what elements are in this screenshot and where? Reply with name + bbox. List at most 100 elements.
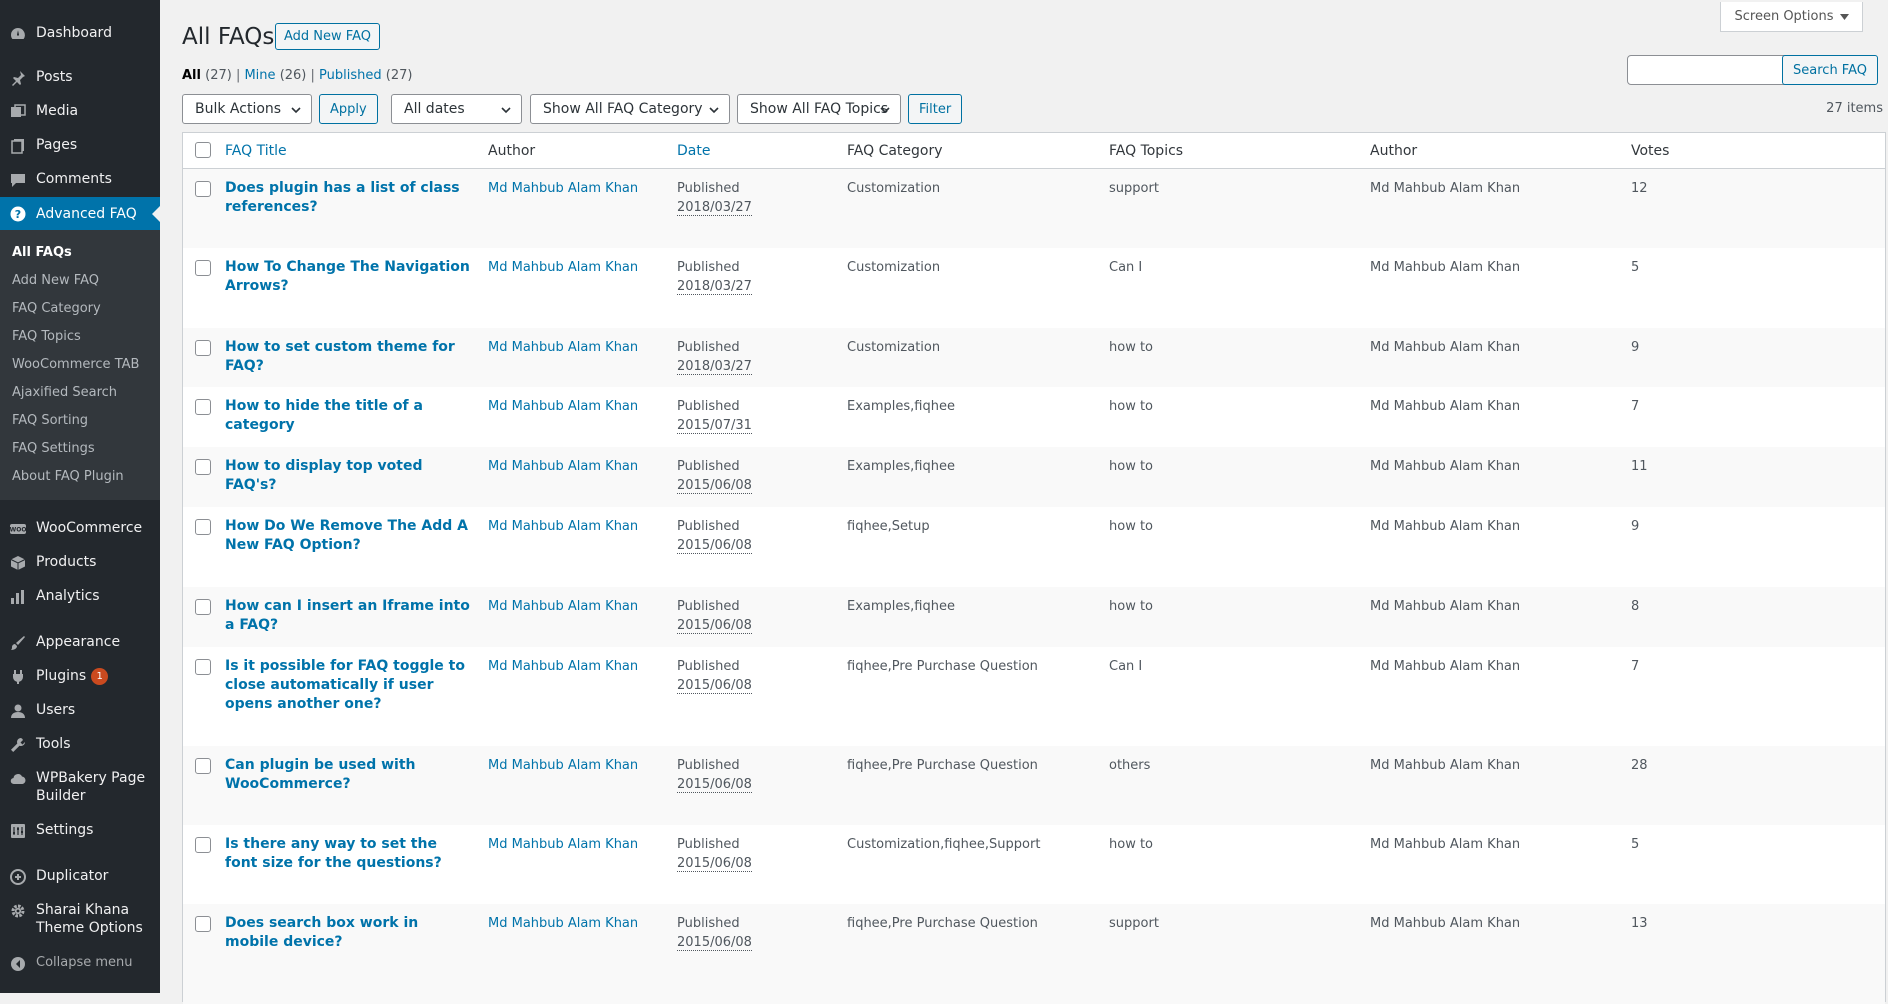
cloud-icon xyxy=(0,769,36,789)
faq-category-select[interactable]: Show All FAQ Category xyxy=(530,94,730,124)
faq-title-link[interactable]: Is there any way to set the font size fo… xyxy=(225,836,442,871)
screen-options-toggle[interactable]: Screen Options xyxy=(1720,2,1863,32)
menu-wpbakery[interactable]: WPBakery Page Builder xyxy=(0,769,160,805)
apply-button[interactable]: Apply xyxy=(319,94,378,124)
submenu-faq-settings[interactable]: FAQ Settings xyxy=(12,441,95,457)
view-separator: | xyxy=(310,68,320,83)
faq-topics-cell: support xyxy=(1109,181,1159,196)
submenu-about-faq-plugin[interactable]: About FAQ Plugin xyxy=(12,469,124,485)
row-checkbox[interactable] xyxy=(195,340,211,356)
plugin-icon xyxy=(0,667,36,687)
analytics-icon xyxy=(0,587,36,607)
row-checkbox[interactable] xyxy=(195,399,211,415)
view-published[interactable]: Published xyxy=(319,68,382,83)
table-row: How Do We Remove The Add A New FAQ Optio… xyxy=(183,507,1885,587)
menu-users[interactable]: Users xyxy=(0,701,160,721)
table-row: How to hide the title of a category Md Ma… xyxy=(183,387,1885,447)
search-faq-button[interactable]: Search FAQ xyxy=(1782,55,1878,85)
dates-select[interactable]: All dates xyxy=(391,94,522,124)
author-link[interactable]: Md Mahbub Alam Khan xyxy=(488,597,668,616)
column-faq-title[interactable]: FAQ Title xyxy=(225,143,287,159)
faq-topics-select[interactable]: Show All FAQ Topics xyxy=(737,94,901,124)
row-checkbox[interactable] xyxy=(195,599,211,615)
submenu-add-new-faq[interactable]: Add New FAQ xyxy=(12,273,99,289)
menu-comments[interactable]: Comments xyxy=(0,170,160,190)
menu-advanced-faq[interactable]: ? Advanced FAQ xyxy=(0,197,160,231)
post-status: Published xyxy=(677,519,740,534)
submenu-faq-category[interactable]: FAQ Category xyxy=(12,301,101,317)
add-new-faq-button[interactable]: Add New FAQ xyxy=(275,23,380,50)
author-link[interactable]: Md Mahbub Alam Khan xyxy=(488,338,668,357)
row-checkbox[interactable] xyxy=(195,758,211,774)
caret-down-icon xyxy=(1839,13,1849,20)
date-cell: Published 2015/06/08 xyxy=(677,517,837,555)
submenu-woocommerce-tab[interactable]: WooCommerce TAB xyxy=(12,357,139,373)
faq-title-link[interactable]: How to display top voted FAQ's? xyxy=(225,458,422,493)
author-link[interactable]: Md Mahbub Alam Khan xyxy=(488,457,668,476)
faq-category-cell: Customization xyxy=(847,340,941,355)
faq-title-link[interactable]: Can plugin be used with WooCommerce? xyxy=(225,757,415,792)
author-link[interactable]: Md Mahbub Alam Khan xyxy=(488,835,668,854)
collapse-menu-button[interactable]: Collapse menu xyxy=(0,954,160,974)
author-link[interactable]: Md Mahbub Alam Khan xyxy=(488,914,668,933)
menu-label: WPBakery Page Builder xyxy=(36,770,146,804)
menu-duplicator[interactable]: Duplicator xyxy=(0,867,160,887)
menu-appearance[interactable]: Appearance xyxy=(0,633,160,653)
submenu-faq-topics[interactable]: FAQ Topics xyxy=(12,329,81,345)
menu-media[interactable]: Media xyxy=(0,102,160,122)
faq-title-link[interactable]: How Do We Remove The Add A New FAQ Optio… xyxy=(225,518,468,553)
select-all-checkbox[interactable] xyxy=(195,142,211,158)
faq-title-link[interactable]: How can I insert an Iframe into a FAQ? xyxy=(225,598,470,633)
author-link[interactable]: Md Mahbub Alam Khan xyxy=(488,657,668,676)
date-cell: Published 2015/06/08 xyxy=(677,457,837,495)
media-icon xyxy=(0,102,36,122)
row-checkbox[interactable] xyxy=(195,519,211,535)
menu-sharai-khana-theme-options[interactable]: Sharai Khana Theme Options xyxy=(0,901,160,937)
faq-title-link[interactable]: Does search box work in mobile device? xyxy=(225,915,418,950)
author-link[interactable]: Md Mahbub Alam Khan xyxy=(488,517,668,536)
faq-topics-cell: others xyxy=(1109,758,1151,773)
submenu-faq-sorting[interactable]: FAQ Sorting xyxy=(12,413,88,429)
bulk-actions-select[interactable]: Bulk Actions xyxy=(182,94,312,124)
menu-analytics[interactable]: Analytics xyxy=(0,587,160,607)
row-checkbox[interactable] xyxy=(195,181,211,197)
faq-title-link[interactable]: Is it possible for FAQ toggle to close a… xyxy=(225,658,465,712)
dates-value: All dates xyxy=(404,101,465,117)
table-row: Is there any way to set the font size fo… xyxy=(183,825,1885,904)
faq-title-link[interactable]: How to set custom theme for FAQ? xyxy=(225,339,455,374)
author-link[interactable]: Md Mahbub Alam Khan xyxy=(488,258,668,277)
menu-products[interactable]: Products xyxy=(0,553,160,573)
author-link[interactable]: Md Mahbub Alam Khan xyxy=(488,756,668,775)
row-checkbox[interactable] xyxy=(195,916,211,932)
faq-title-link[interactable]: How to hide the title of a category xyxy=(225,398,423,433)
author-link[interactable]: Md Mahbub Alam Khan xyxy=(488,397,668,416)
faq-title-link[interactable]: Does plugin has a list of class referenc… xyxy=(225,180,460,215)
submenu-ajaxified-search[interactable]: Ajaxified Search xyxy=(12,385,117,401)
date-cell: Published 2015/06/08 xyxy=(677,914,837,952)
table-row: How To Change The Navigation Arrows? Md M… xyxy=(183,248,1885,328)
menu-label: Appearance xyxy=(36,634,121,650)
view-mine[interactable]: Mine xyxy=(244,68,275,83)
row-checkbox[interactable] xyxy=(195,459,211,475)
plugins-update-badge: 1 xyxy=(91,668,109,685)
filter-button[interactable]: Filter xyxy=(908,94,963,124)
menu-pages[interactable]: Pages xyxy=(0,136,160,156)
chevron-down-icon xyxy=(880,107,890,114)
menu-settings[interactable]: Settings xyxy=(0,821,160,841)
author-link[interactable]: Md Mahbub Alam Khan xyxy=(488,179,668,198)
row-checkbox[interactable] xyxy=(195,837,211,853)
search-input[interactable] xyxy=(1627,55,1788,85)
faq-title-link[interactable]: How To Change The Navigation Arrows? xyxy=(225,259,470,294)
menu-plugins[interactable]: Plugins 1 xyxy=(0,667,160,687)
row-checkbox[interactable] xyxy=(195,260,211,276)
author-cell: Md Mahbub Alam Khan xyxy=(1370,340,1521,355)
row-checkbox[interactable] xyxy=(195,659,211,675)
menu-woocommerce[interactable]: WOO WooCommerce xyxy=(0,519,160,539)
menu-dashboard[interactable]: Dashboard xyxy=(0,24,160,44)
column-date[interactable]: Date xyxy=(677,143,710,159)
submenu-all-faqs[interactable]: All FAQs xyxy=(12,245,72,261)
menu-tools[interactable]: Tools xyxy=(0,735,160,755)
menu-label: Settings xyxy=(36,822,94,838)
menu-posts[interactable]: Posts xyxy=(0,68,160,88)
view-all[interactable]: All xyxy=(182,68,201,83)
